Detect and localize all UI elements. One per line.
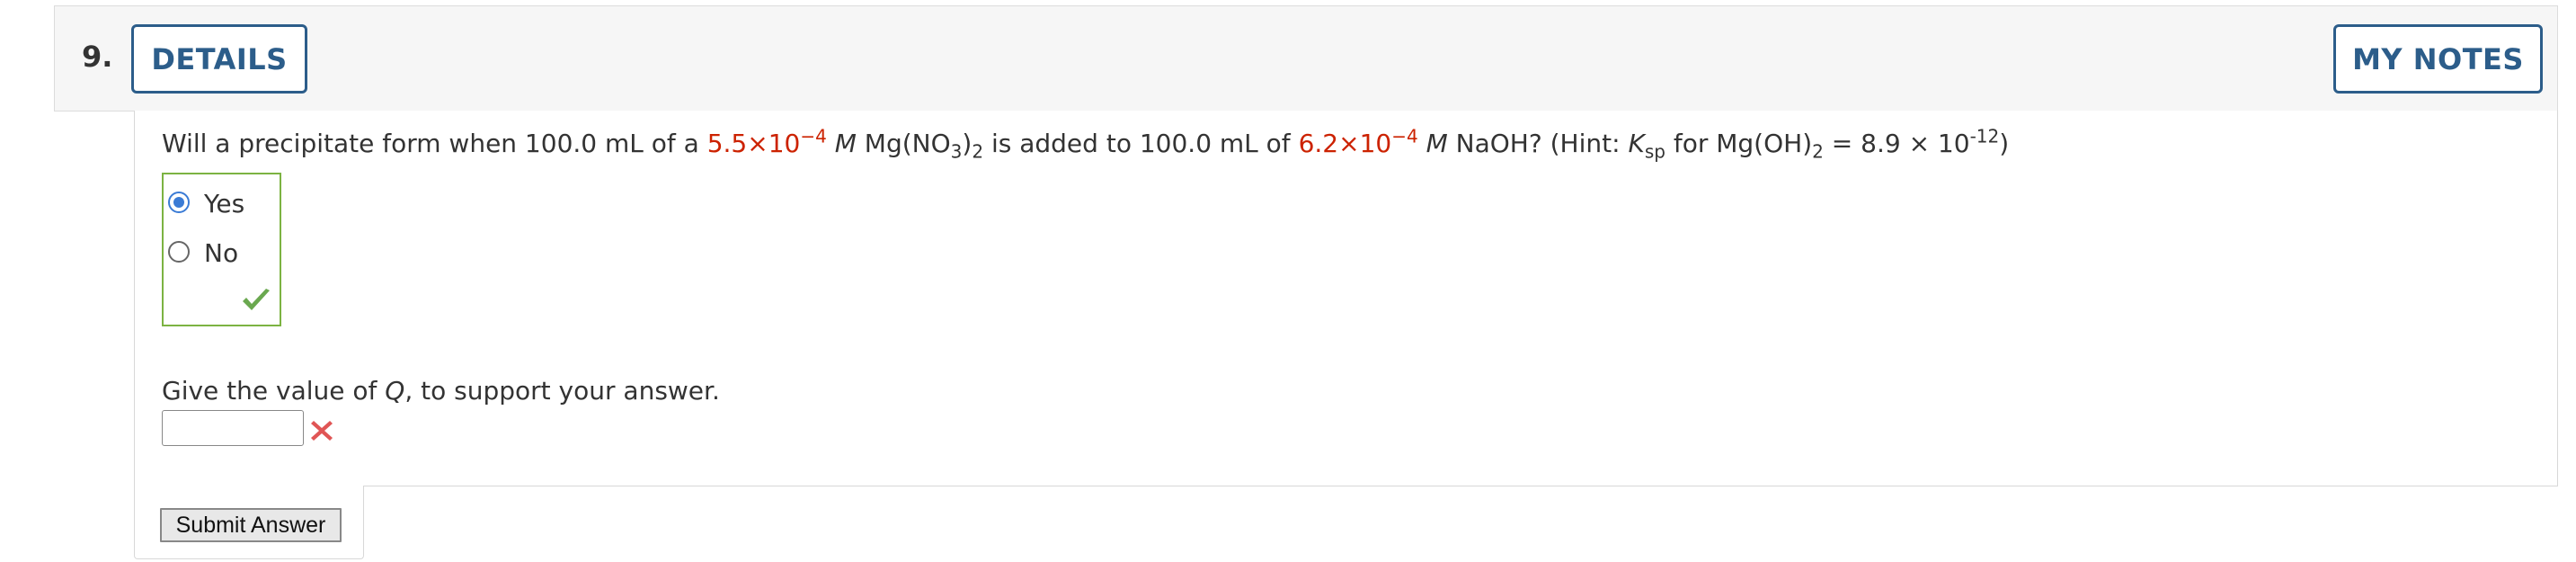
subscript: 3 [950,140,963,163]
correct-check-icon [243,289,270,310]
question-header-bar [54,5,2558,112]
submit-answer-button[interactable]: Submit Answer [160,508,342,542]
subscript: 2 [972,140,984,163]
question-text-part: is added to 100.0 mL of [983,129,1299,158]
incorrect-x-icon [311,421,333,441]
q-value-input[interactable] [162,410,304,446]
part2-prompt: Give the value of Q, to support your ans… [162,376,720,406]
question-text: Will a precipitate form when 100.0 mL of… [162,125,2010,161]
question-text-part: Will a precipitate form when 100.0 mL of… [162,129,707,158]
question-text-part: ) [1999,129,2010,158]
subscript: sp [1644,140,1666,163]
my-notes-button[interactable]: MY NOTES [2333,24,2543,94]
subscript: 2 [1812,140,1824,163]
concentration-value-1: 5.5×10−4 [706,125,827,158]
superscript: -12 [1969,125,2000,147]
molarity-unit: M [1426,129,1448,158]
question-content-panel [134,111,2558,486]
choice-label-no[interactable]: No [204,238,238,268]
question-number: 9. [82,40,113,74]
question-text-part: = 8.9 × 10 [1823,129,1970,158]
radio-no[interactable] [168,241,190,263]
radio-yes[interactable] [168,192,190,213]
question-text-part: ) [962,129,973,158]
question-text-part: for Mg(OH) [1665,129,1813,158]
details-button[interactable]: DETAILS [131,24,307,94]
question-text-part: NaOH? (Hint: [1447,129,1629,158]
ksp-symbol: K [1628,129,1645,158]
question-text-part: Mg(NO [856,129,951,158]
choice-label-yes[interactable]: Yes [204,189,244,219]
molarity-unit: M [834,129,857,158]
concentration-value-2: 6.2×10−4 [1298,125,1418,158]
